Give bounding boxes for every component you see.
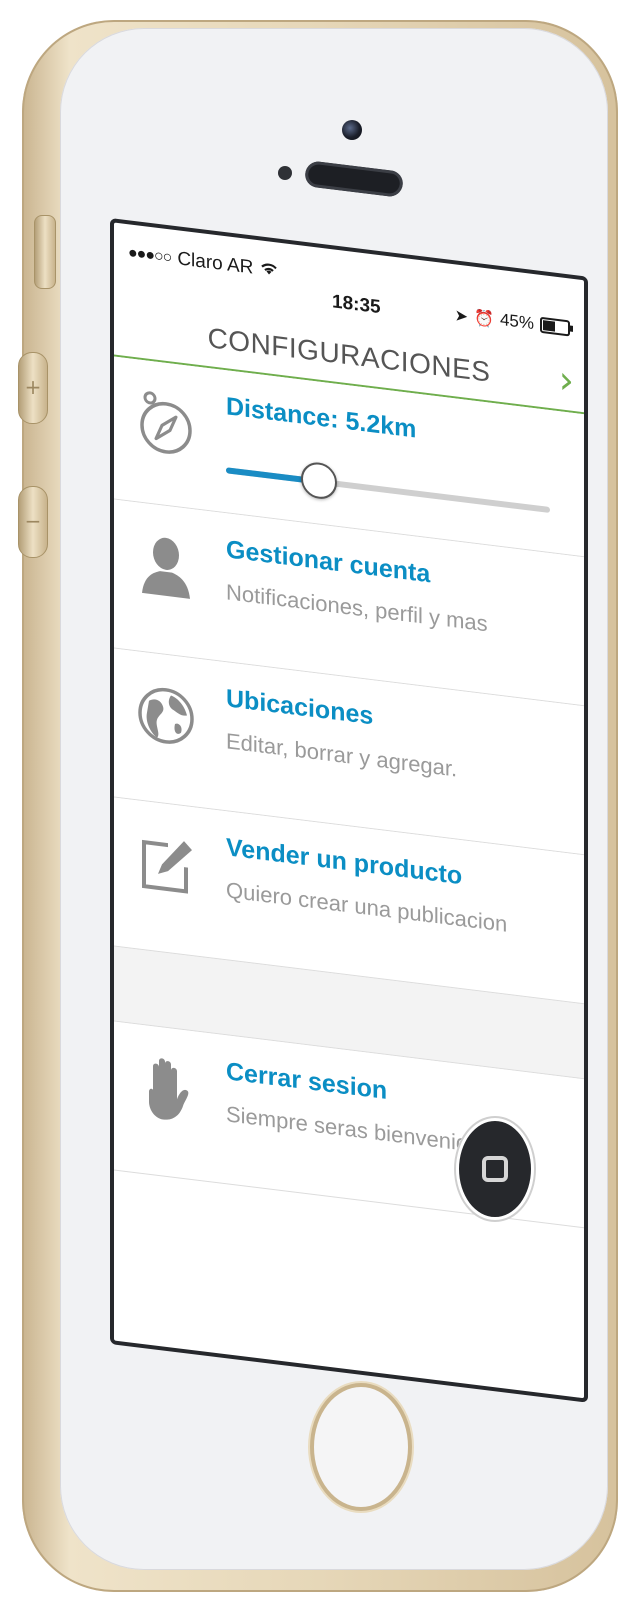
menu-item-subtitle: Notificaciones, perfil y mas bbox=[226, 579, 488, 637]
proximity-sensor bbox=[278, 166, 292, 180]
volume-down-button: − bbox=[18, 486, 48, 558]
chevron-right-icon[interactable]: › bbox=[559, 357, 574, 403]
menu-item-title: Ubicaciones bbox=[226, 684, 374, 731]
assistive-touch-button[interactable] bbox=[456, 1118, 534, 1220]
menu-item-title: Gestionar cuenta bbox=[226, 535, 431, 589]
logout-subtitle: Siempre seras bienvenido! bbox=[226, 1101, 487, 1159]
distance-label: Distance: 5.2km bbox=[226, 392, 417, 444]
battery-percent: 45% bbox=[499, 309, 534, 334]
globe-icon bbox=[136, 677, 196, 754]
menu-item-subtitle: Editar, borrar y agregar. bbox=[226, 728, 458, 782]
battery-icon bbox=[540, 316, 570, 337]
hand-icon bbox=[136, 1050, 196, 1127]
edit-icon bbox=[136, 826, 196, 903]
wifi-icon bbox=[259, 259, 279, 282]
location-arrow-icon: ➤ bbox=[454, 304, 469, 326]
square-icon bbox=[482, 1156, 508, 1182]
compass-icon bbox=[136, 385, 196, 462]
status-time: 18:35 bbox=[332, 291, 381, 319]
alarm-icon: ⏰ bbox=[474, 307, 494, 329]
mute-switch bbox=[34, 215, 56, 289]
signal-strength: ●●●○○ bbox=[128, 244, 172, 267]
user-icon bbox=[136, 528, 196, 605]
slider-thumb[interactable] bbox=[300, 460, 337, 501]
menu-item-subtitle: Quiero crear una publicacion bbox=[226, 877, 508, 937]
logout-title: Cerrar sesion bbox=[226, 1057, 388, 1106]
screen: ●●●○○ Claro AR 18:35 ➤ ⏰ 45% CONFIGURACI… bbox=[110, 218, 588, 1403]
carrier-name: Claro AR bbox=[177, 248, 254, 279]
front-camera bbox=[342, 120, 362, 140]
distance-slider[interactable] bbox=[226, 450, 550, 530]
volume-up-button: + bbox=[18, 352, 48, 424]
home-button[interactable] bbox=[310, 1383, 412, 1511]
